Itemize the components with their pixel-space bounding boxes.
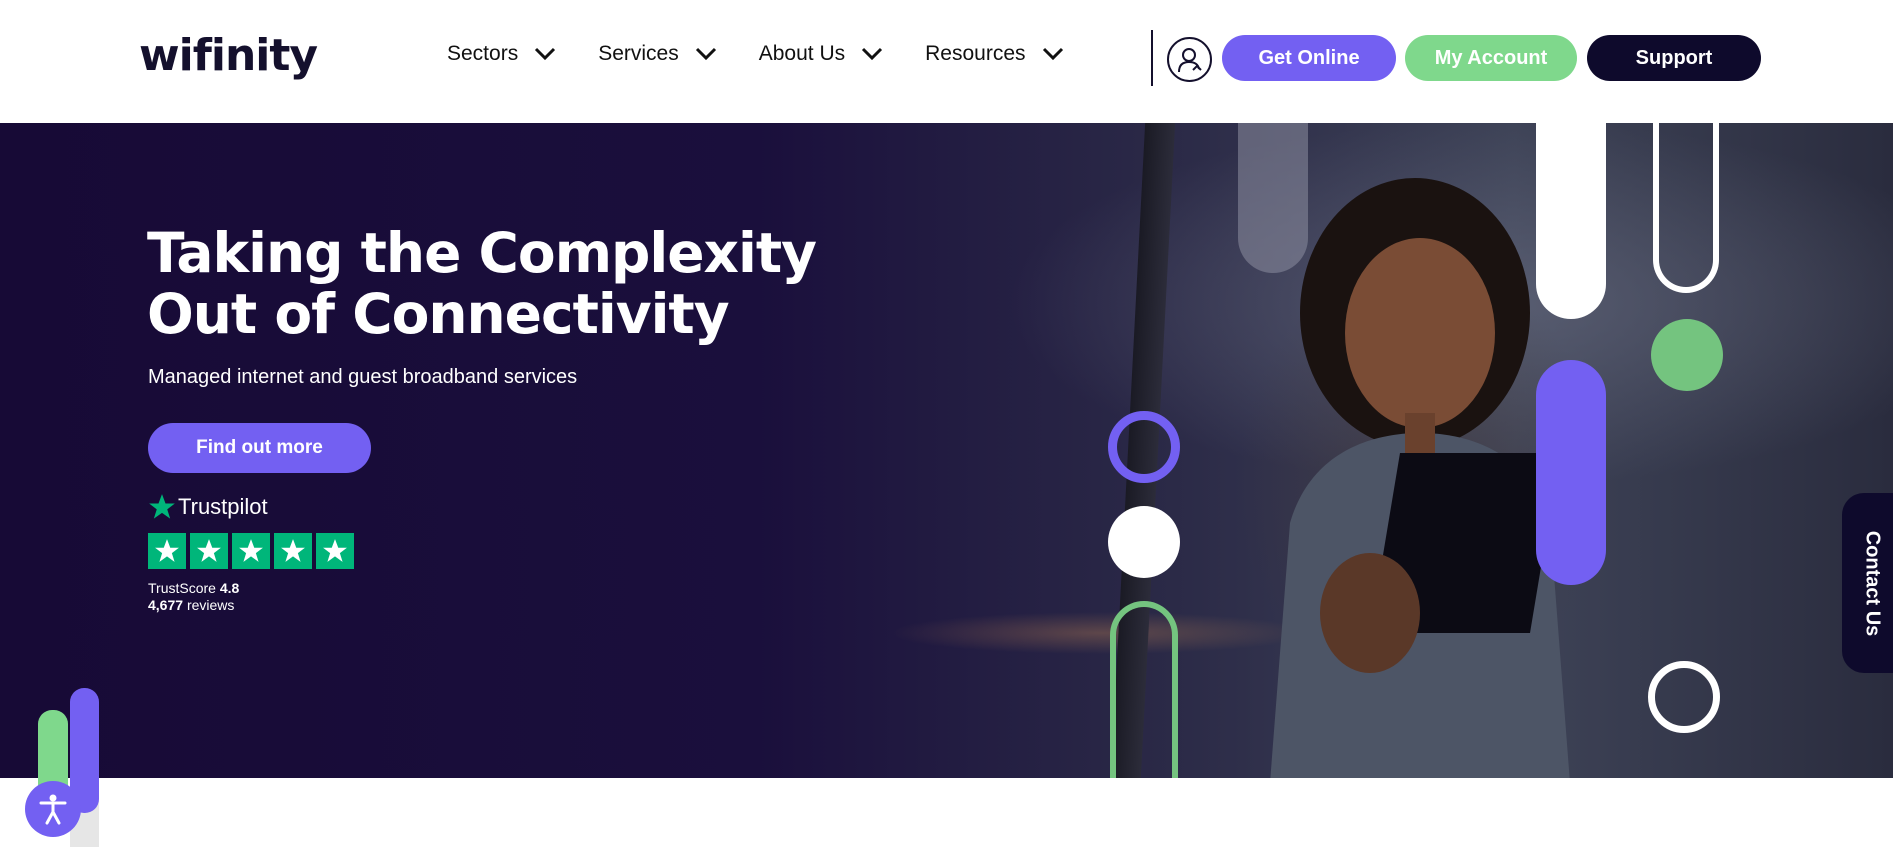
star-icon bbox=[232, 533, 270, 569]
contact-us-label: Contact Us bbox=[1861, 530, 1884, 636]
trustscore-value: 4.8 bbox=[219, 580, 240, 596]
star-icon bbox=[316, 533, 354, 569]
decor-white-pill bbox=[1536, 123, 1606, 319]
chevron-down-icon bbox=[695, 47, 716, 61]
decor-white-dot bbox=[1108, 506, 1180, 578]
hero-title: Taking the Complexity Out of Connectivit… bbox=[147, 221, 817, 346]
reviews-label: reviews bbox=[186, 597, 235, 613]
nav-label: Resources bbox=[925, 42, 1026, 65]
chevron-down-icon bbox=[535, 47, 556, 61]
accessibility-icon bbox=[39, 794, 67, 825]
decor-white-ring bbox=[1648, 661, 1720, 733]
nav-label: About Us bbox=[758, 42, 846, 65]
trustpilot-brand: Trustpilot bbox=[178, 494, 268, 519]
decor-purple-pill bbox=[1536, 360, 1606, 585]
nav-item-resources[interactable]: Resources bbox=[925, 42, 1063, 66]
my-account-button[interactable]: My Account bbox=[1405, 35, 1577, 81]
main-nav: Sectors Services About Us Resources bbox=[447, 42, 1106, 66]
site-header: wifinity Sectors Services About Us Resou… bbox=[0, 0, 1893, 123]
get-online-button[interactable]: Get Online bbox=[1222, 35, 1396, 81]
star-icon bbox=[190, 533, 228, 569]
nav-label: Services bbox=[598, 42, 679, 65]
user-icon bbox=[1177, 47, 1202, 72]
trustpilot-star-icon bbox=[149, 494, 175, 519]
contact-us-tab[interactable]: Contact Us bbox=[1842, 493, 1893, 673]
find-out-more-button[interactable]: Find out more bbox=[148, 423, 371, 473]
star-icon bbox=[274, 533, 312, 569]
decor-green-dot bbox=[1651, 319, 1723, 391]
trustpilot-stars bbox=[148, 533, 358, 569]
nav-item-about-us[interactable]: About Us bbox=[759, 42, 883, 66]
trustpilot-score: TrustScore 4.8 4,677 reviews bbox=[148, 580, 239, 614]
decor-white-outline-pill bbox=[1653, 123, 1719, 293]
trustscore-label: TrustScore bbox=[148, 580, 216, 596]
decor-purple-ring bbox=[1108, 411, 1180, 483]
nav-label: Sectors bbox=[447, 42, 519, 65]
accessibility-button[interactable] bbox=[25, 781, 81, 837]
hero-subtitle: Managed internet and guest broadband ser… bbox=[148, 366, 578, 388]
trustpilot-widget[interactable]: Trustpilot bbox=[148, 493, 268, 521]
decor-green-outline-pill bbox=[1110, 601, 1178, 778]
nav-item-services[interactable]: Services bbox=[598, 42, 717, 66]
star-icon bbox=[148, 533, 186, 569]
account-icon[interactable] bbox=[1167, 37, 1212, 82]
reviews-count: 4,677 bbox=[148, 597, 184, 613]
header-divider bbox=[1151, 30, 1153, 86]
hero-section: Taking the Complexity Out of Connectivit… bbox=[0, 123, 1893, 778]
nav-item-sectors[interactable]: Sectors bbox=[447, 42, 556, 66]
support-button[interactable]: Support bbox=[1587, 35, 1761, 81]
chevron-down-icon bbox=[862, 47, 883, 61]
decor-grey-pill bbox=[1238, 123, 1308, 273]
wifinity-logo[interactable]: wifinity bbox=[139, 30, 318, 81]
chevron-down-icon bbox=[1042, 47, 1063, 61]
